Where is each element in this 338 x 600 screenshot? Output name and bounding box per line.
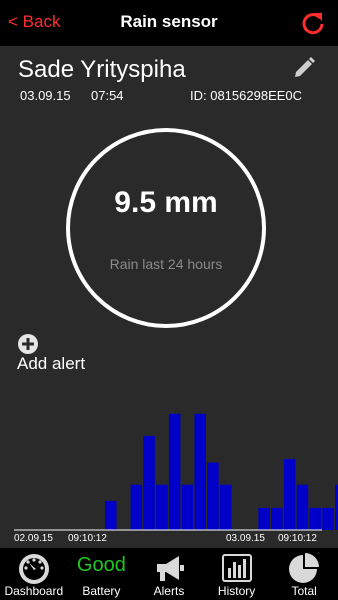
tab-battery[interactable]: Good Battery: [68, 548, 136, 600]
gauge-icon: [18, 554, 49, 584]
x-label-start-date: 02.09.15: [14, 533, 53, 544]
chart-bar: [143, 435, 155, 530]
chart-bar: [283, 459, 296, 530]
page-title: Rain sensor: [120, 12, 218, 31]
tab-label-total: Total: [291, 584, 317, 598]
tab-label-alerts: Alerts: [153, 584, 185, 598]
sensor-name: Sade Yrityspiha: [18, 56, 186, 83]
chart-bar: [168, 413, 181, 530]
chart-bar: [322, 507, 334, 530]
pie-chart-icon: [289, 553, 320, 583]
tab-label-battery: Battery: [82, 584, 121, 598]
sensor-date: 03.09.15: [20, 88, 71, 103]
chart-bar: [105, 501, 117, 530]
chart-bar: [220, 484, 232, 530]
chart-bar: [258, 507, 270, 530]
chart-bar: [181, 484, 194, 530]
tab-total[interactable]: Total: [270, 548, 338, 600]
chart-bar: [271, 507, 283, 530]
chart-bar: [130, 484, 143, 530]
rain-label: Rain last 24 hours: [109, 256, 223, 272]
x-label-end-date: 03.09.15: [226, 533, 265, 544]
tab-alerts[interactable]: Alerts: [135, 548, 203, 600]
navigation-bar: < Back Rain sensor: [0, 0, 338, 46]
tab-dashboard[interactable]: Dashboard: [0, 548, 68, 600]
sensor-id: ID: 08156298EE0C: [190, 88, 303, 103]
reading-ring: [66, 128, 266, 328]
chart-bar: [309, 507, 321, 530]
rain-value: 9.5 mm: [114, 186, 218, 219]
chart-bar: [156, 484, 168, 530]
battery-status: Good: [76, 554, 126, 576]
chart-bar: [296, 484, 309, 530]
add-alert-button[interactable]: Add alert: [17, 354, 85, 374]
tab-label-dashboard: Dashboard: [4, 584, 64, 598]
tab-history[interactable]: History: [203, 548, 271, 600]
rain-chart: 02.09.15 09:10:12 03.09.15 09:10:12: [14, 413, 338, 544]
tab-label-history: History: [217, 584, 256, 598]
pencil-icon[interactable]: [292, 56, 316, 80]
x-label-start-time: 09:10:12: [68, 533, 107, 544]
bar-chart-icon: [221, 554, 252, 582]
chart-bar: [207, 462, 219, 530]
refresh-icon[interactable]: [300, 10, 326, 36]
megaphone-icon: [156, 556, 184, 581]
x-label-end-time: 09:10:12: [278, 533, 317, 544]
add-alert-icon[interactable]: [18, 334, 38, 354]
sensor-time: 07:54: [91, 88, 124, 103]
chart-bar: [194, 413, 206, 530]
tab-bar: Dashboard Good Battery Alerts History To…: [0, 548, 338, 600]
